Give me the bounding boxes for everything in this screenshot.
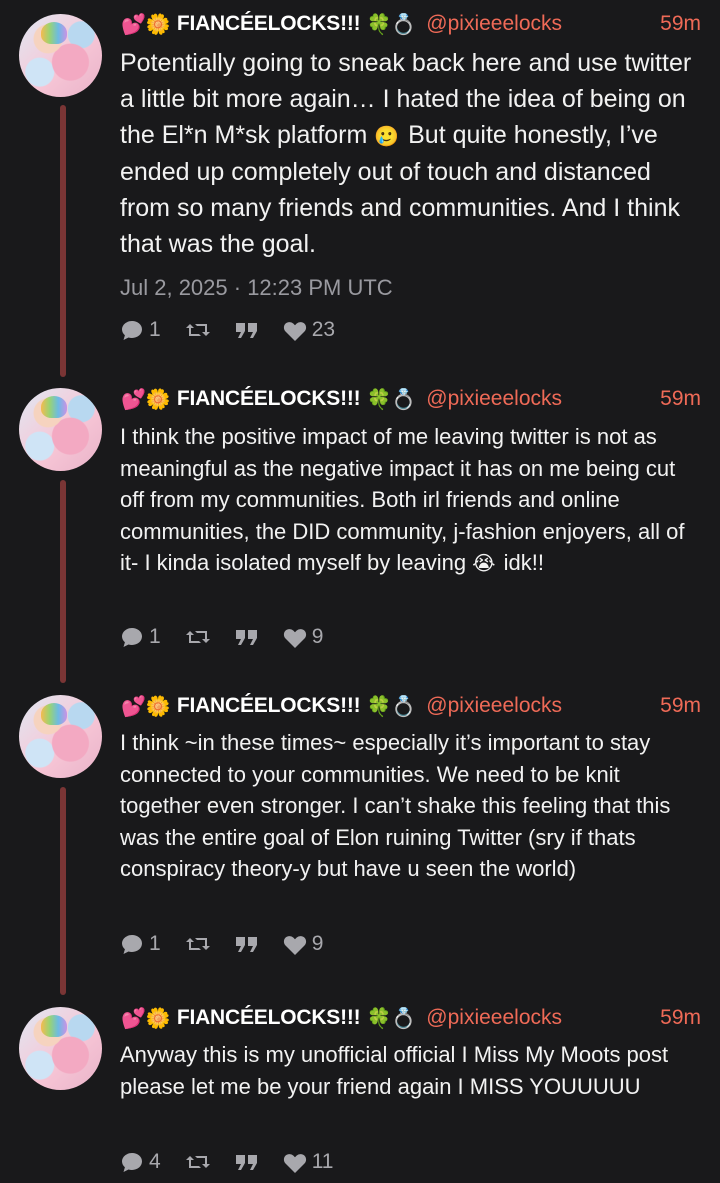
timestamp[interactable]: 59m xyxy=(660,387,701,411)
hearts-flower-emoji: 💕🌼 xyxy=(121,694,171,718)
quote-button[interactable] xyxy=(235,935,259,953)
tweet-text: I think ~in these times~ especially it’s… xyxy=(120,727,705,885)
hearts-flower-emoji: 💕🌼 xyxy=(121,12,171,36)
tweet-text-part: I think ~in these times~ especially it’s… xyxy=(120,730,671,882)
tweet-actions: 4 11 xyxy=(120,1147,358,1177)
handle[interactable]: @pixieeelocks xyxy=(426,1006,562,1030)
reply-count: 1 xyxy=(149,318,161,341)
reply-button[interactable]: 1 xyxy=(120,932,161,956)
like-count: 23 xyxy=(311,318,336,341)
reply-count: 1 xyxy=(149,625,161,648)
thread-line xyxy=(60,480,66,683)
comment-icon xyxy=(122,628,142,647)
tweet-text-part: idk!! xyxy=(497,550,545,576)
reply-button[interactable]: 4 xyxy=(120,1150,161,1174)
display-name[interactable]: FIANCÉELOCKS!!! xyxy=(177,12,361,36)
handle[interactable]: @pixieeelocks xyxy=(426,694,562,718)
quote-button[interactable] xyxy=(235,321,259,339)
like-button[interactable]: 9 xyxy=(283,932,324,956)
display-name[interactable]: FIANCÉELOCKS!!! xyxy=(177,694,361,718)
smiling-tear-emoji: 🥲 xyxy=(374,124,400,148)
quote-icon xyxy=(235,1155,257,1170)
avatar[interactable] xyxy=(19,695,102,778)
tweet-actions: 1 9 xyxy=(120,622,347,652)
hearts-flower-emoji: 💕🌼 xyxy=(121,1006,171,1030)
comment-icon xyxy=(122,935,142,954)
tweet-actions: 1 9 xyxy=(120,929,347,959)
comment-icon xyxy=(122,321,142,340)
tweet-date[interactable]: Jul 2, 2025 · 12:23 PM UTC xyxy=(120,275,393,301)
crying-emoji: 😭 xyxy=(472,551,496,576)
clover-ring-emoji: 🍀💍 xyxy=(366,387,417,411)
tweet-text-part: I think the positive impact of me leavin… xyxy=(120,424,685,576)
avatar[interactable] xyxy=(19,14,102,97)
heart-icon xyxy=(283,1153,306,1173)
like-button[interactable]: 23 xyxy=(283,318,335,342)
thread-line xyxy=(60,787,66,995)
retweet-button[interactable] xyxy=(185,627,211,647)
retweet-icon xyxy=(185,631,210,643)
clover-ring-emoji: 🍀💍 xyxy=(366,12,417,36)
reply-button[interactable]: 1 xyxy=(120,318,161,342)
heart-icon xyxy=(283,935,306,955)
timestamp[interactable]: 59m xyxy=(660,694,701,718)
like-count: 9 xyxy=(311,625,324,648)
comment-icon xyxy=(122,1153,142,1172)
avatar[interactable] xyxy=(19,388,102,471)
quote-icon xyxy=(235,323,257,338)
quote-button[interactable] xyxy=(235,628,259,646)
retweet-button[interactable] xyxy=(185,1152,211,1172)
tweet-header: 💕🌼 FIANCÉELOCKS!!! 🍀💍 @pixieeelocks 59m xyxy=(121,998,701,1038)
retweet-icon xyxy=(185,1156,210,1168)
retweet-icon xyxy=(185,938,210,950)
tweet-text: Potentially going to sneak back here and… xyxy=(120,45,705,262)
display-name[interactable]: FIANCÉELOCKS!!! xyxy=(177,387,361,411)
retweet-button[interactable] xyxy=(185,320,211,340)
timestamp[interactable]: 59m xyxy=(660,12,701,36)
tweet-text: Anyway this is my unofficial official I … xyxy=(120,1039,705,1102)
tweet-actions: 1 23 xyxy=(120,315,359,345)
heart-icon xyxy=(283,628,306,648)
timestamp[interactable]: 59m xyxy=(660,1006,701,1030)
display-name[interactable]: FIANCÉELOCKS!!! xyxy=(177,1006,361,1030)
like-count: 11 xyxy=(311,1150,334,1173)
avatar[interactable] xyxy=(19,1007,102,1090)
like-button[interactable]: 9 xyxy=(283,625,324,649)
retweet-button[interactable] xyxy=(185,934,211,954)
reply-button[interactable]: 1 xyxy=(120,625,161,649)
hearts-flower-emoji: 💕🌼 xyxy=(121,387,171,411)
like-button[interactable]: 11 xyxy=(283,1150,334,1174)
tweet-text: I think the positive impact of me leavin… xyxy=(120,421,705,580)
heart-icon xyxy=(283,321,306,341)
quote-button[interactable] xyxy=(235,1153,259,1171)
tweet-header: 💕🌼 FIANCÉELOCKS!!! 🍀💍 @pixieeelocks 59m xyxy=(121,686,701,726)
tweet-text-part: Anyway this is my unofficial official I … xyxy=(120,1042,669,1099)
quote-icon xyxy=(235,937,257,952)
clover-ring-emoji: 🍀💍 xyxy=(366,694,417,718)
retweet-icon xyxy=(185,324,210,336)
reply-count: 1 xyxy=(149,932,161,955)
clover-ring-emoji: 🍀💍 xyxy=(366,1006,417,1030)
reply-count: 4 xyxy=(149,1150,161,1173)
quote-icon xyxy=(235,630,257,645)
tweet-header: 💕🌼 FIANCÉELOCKS!!! 🍀💍 @pixieeelocks 59m xyxy=(121,379,701,419)
thread-line xyxy=(60,105,66,377)
tweet-header: 💕🌼 FIANCÉELOCKS!!! 🍀💍 @pixieeelocks 59m xyxy=(121,4,701,44)
like-count: 9 xyxy=(311,932,324,955)
handle[interactable]: @pixieeelocks xyxy=(426,387,562,411)
handle[interactable]: @pixieeelocks xyxy=(426,12,562,36)
